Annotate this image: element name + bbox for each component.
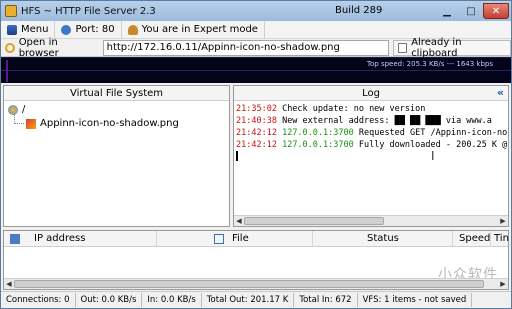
- scroll-thumb[interactable]: [14, 280, 484, 288]
- open-in-browser-button[interactable]: Open in browser: [1, 36, 101, 59]
- top-speed-label: Top speed: 205.3 KB/s --- 1643 kbps: [366, 60, 493, 68]
- column-ip-label: IP address: [34, 233, 86, 244]
- log-lines[interactable]: 21:35:02 Check update: no new version 21…: [236, 103, 508, 165]
- vfs-file-item[interactable]: Appinn-icon-no-shadow.png: [26, 118, 179, 129]
- url-field[interactable]: http://172.16.0.11/Appinn-icon-no-shadow…: [102, 39, 389, 56]
- status-out-speed: Out: 0.0 KB/s: [76, 293, 143, 307]
- log-cursor-line: [236, 151, 508, 165]
- log-time: 21:40:38: [236, 116, 277, 126]
- log-line: 21:35:02 Check update: no new version: [236, 103, 508, 115]
- log-line: 21:42:12 127.0.0.1:3700 Fully downloaded…: [236, 139, 508, 151]
- connections-header: IP address File Status Speed Tin: [4, 231, 509, 247]
- graph-mark: [6, 60, 8, 82]
- log-text: New external address: ██ ██ ███ via www.…: [276, 116, 492, 126]
- log-header: Log: [234, 86, 508, 101]
- column-file-label: File: [232, 233, 249, 244]
- log-ip: 127.0.0.1:3700: [282, 128, 354, 138]
- log-time: 21:42:12: [236, 140, 277, 150]
- column-ip-address[interactable]: IP address: [10, 233, 85, 244]
- column-separator: [452, 231, 453, 247]
- virtual-file-system-panel: Virtual File System / Appinn-icon-no-sha…: [3, 85, 230, 227]
- column-separator: [312, 231, 313, 247]
- log-text: Check update: no new version: [276, 104, 426, 114]
- expert-mode-button[interactable]: You are in Expert mode: [122, 20, 265, 39]
- column-separator: [490, 231, 491, 247]
- clipboard-icon: [397, 42, 408, 53]
- scroll-left-arrow-icon[interactable]: ◀: [234, 216, 244, 226]
- log-text: Requested GET /Appinn-icon-no: [353, 128, 508, 138]
- menu-icon: [7, 24, 17, 35]
- port-icon: [61, 24, 72, 35]
- browser-icon: [5, 42, 15, 53]
- column-separator: [156, 231, 157, 247]
- window-title: HFS ~ HTTP File Server 2.3: [21, 5, 156, 17]
- hfs-window: HFS ~ HTTP File Server 2.3 Build 289 ▁ □…: [0, 0, 512, 309]
- hfs-app-icon: [5, 5, 17, 17]
- close-button[interactable]: ✕: [483, 3, 509, 19]
- copy-to-clipboard-button[interactable]: Already in clipboard: [392, 36, 511, 59]
- log-line: 21:42:12 127.0.0.1:3700 Requested GET /A…: [236, 127, 508, 139]
- url-bar: Open in browser http://172.16.0.11/Appin…: [1, 36, 511, 59]
- log-line: 21:40:38 New external address: ██ ██ ███…: [236, 115, 508, 127]
- menu-label: Menu: [21, 24, 49, 35]
- mode-label: You are in Expert mode: [141, 24, 258, 35]
- scroll-thumb[interactable]: [244, 217, 384, 225]
- log-ip: 127.0.0.1:3700: [282, 140, 354, 150]
- column-speed[interactable]: Speed: [459, 233, 490, 244]
- status-in-speed: In: 0.0 KB/s: [142, 293, 202, 307]
- status-connections: Connections: 0: [1, 293, 76, 307]
- log-panel: Log « 21:35:02 Check update: no new vers…: [233, 85, 509, 227]
- status-total-out: Total Out: 201.17 K: [202, 293, 295, 307]
- scroll-right-arrow-icon[interactable]: ▶: [498, 279, 508, 289]
- text-caret: [236, 151, 238, 161]
- tree-connector: [14, 114, 24, 124]
- log-time: 21:42:12: [236, 128, 277, 138]
- connections-horizontal-scrollbar[interactable]: ◀ ▶: [4, 278, 508, 289]
- speed-graph: Top speed: 205.3 KB/s --- 1643 kbps: [1, 57, 511, 83]
- vfs-header: Virtual File System: [4, 86, 229, 101]
- column-time[interactable]: Tin: [494, 233, 509, 244]
- collapse-log-icon[interactable]: «: [497, 86, 504, 99]
- port-label: Port: 80: [75, 24, 115, 35]
- column-file[interactable]: File: [214, 233, 249, 244]
- column-speed-label: Speed: [459, 233, 491, 244]
- png-file-icon: [26, 118, 36, 129]
- file-column-icon: [214, 233, 224, 244]
- title-bar[interactable]: HFS ~ HTTP File Server 2.3 Build 289 ▁ □…: [1, 1, 511, 21]
- status-bar: Connections: 0 Out: 0.0 KB/s In: 0.0 KB/…: [1, 291, 511, 308]
- status-vfs[interactable]: VFS: 1 items - not saved: [358, 293, 473, 307]
- scroll-left-arrow-icon[interactable]: ◀: [4, 279, 14, 289]
- home-folder-icon: [8, 104, 18, 115]
- status-total-in: Total In: 672: [294, 293, 358, 307]
- connections-panel: IP address File Status Speed Tin 小众软件 ◀: [3, 230, 509, 290]
- minimize-button[interactable]: ▁: [435, 3, 459, 19]
- log-horizontal-scrollbar[interactable]: ◀ ▶: [234, 215, 508, 226]
- vfs-file-label: Appinn-icon-no-shadow.png: [40, 118, 179, 129]
- column-time-label: Tin: [494, 233, 509, 244]
- ibeam-cursor-icon: I: [431, 149, 435, 163]
- scroll-right-arrow-icon[interactable]: ▶: [498, 216, 508, 226]
- log-time: 21:35:02: [236, 104, 277, 114]
- maximize-button[interactable]: □: [459, 3, 483, 19]
- graph-gridline: [1, 70, 511, 71]
- open-in-browser-label: Open in browser: [18, 36, 59, 59]
- build-label: Build 289: [335, 5, 383, 16]
- users-icon: [127, 24, 138, 35]
- network-icon: [10, 233, 20, 244]
- column-status[interactable]: Status: [367, 233, 399, 244]
- clipboard-label: Already in clipboard: [411, 36, 462, 59]
- column-status-label: Status: [367, 233, 399, 244]
